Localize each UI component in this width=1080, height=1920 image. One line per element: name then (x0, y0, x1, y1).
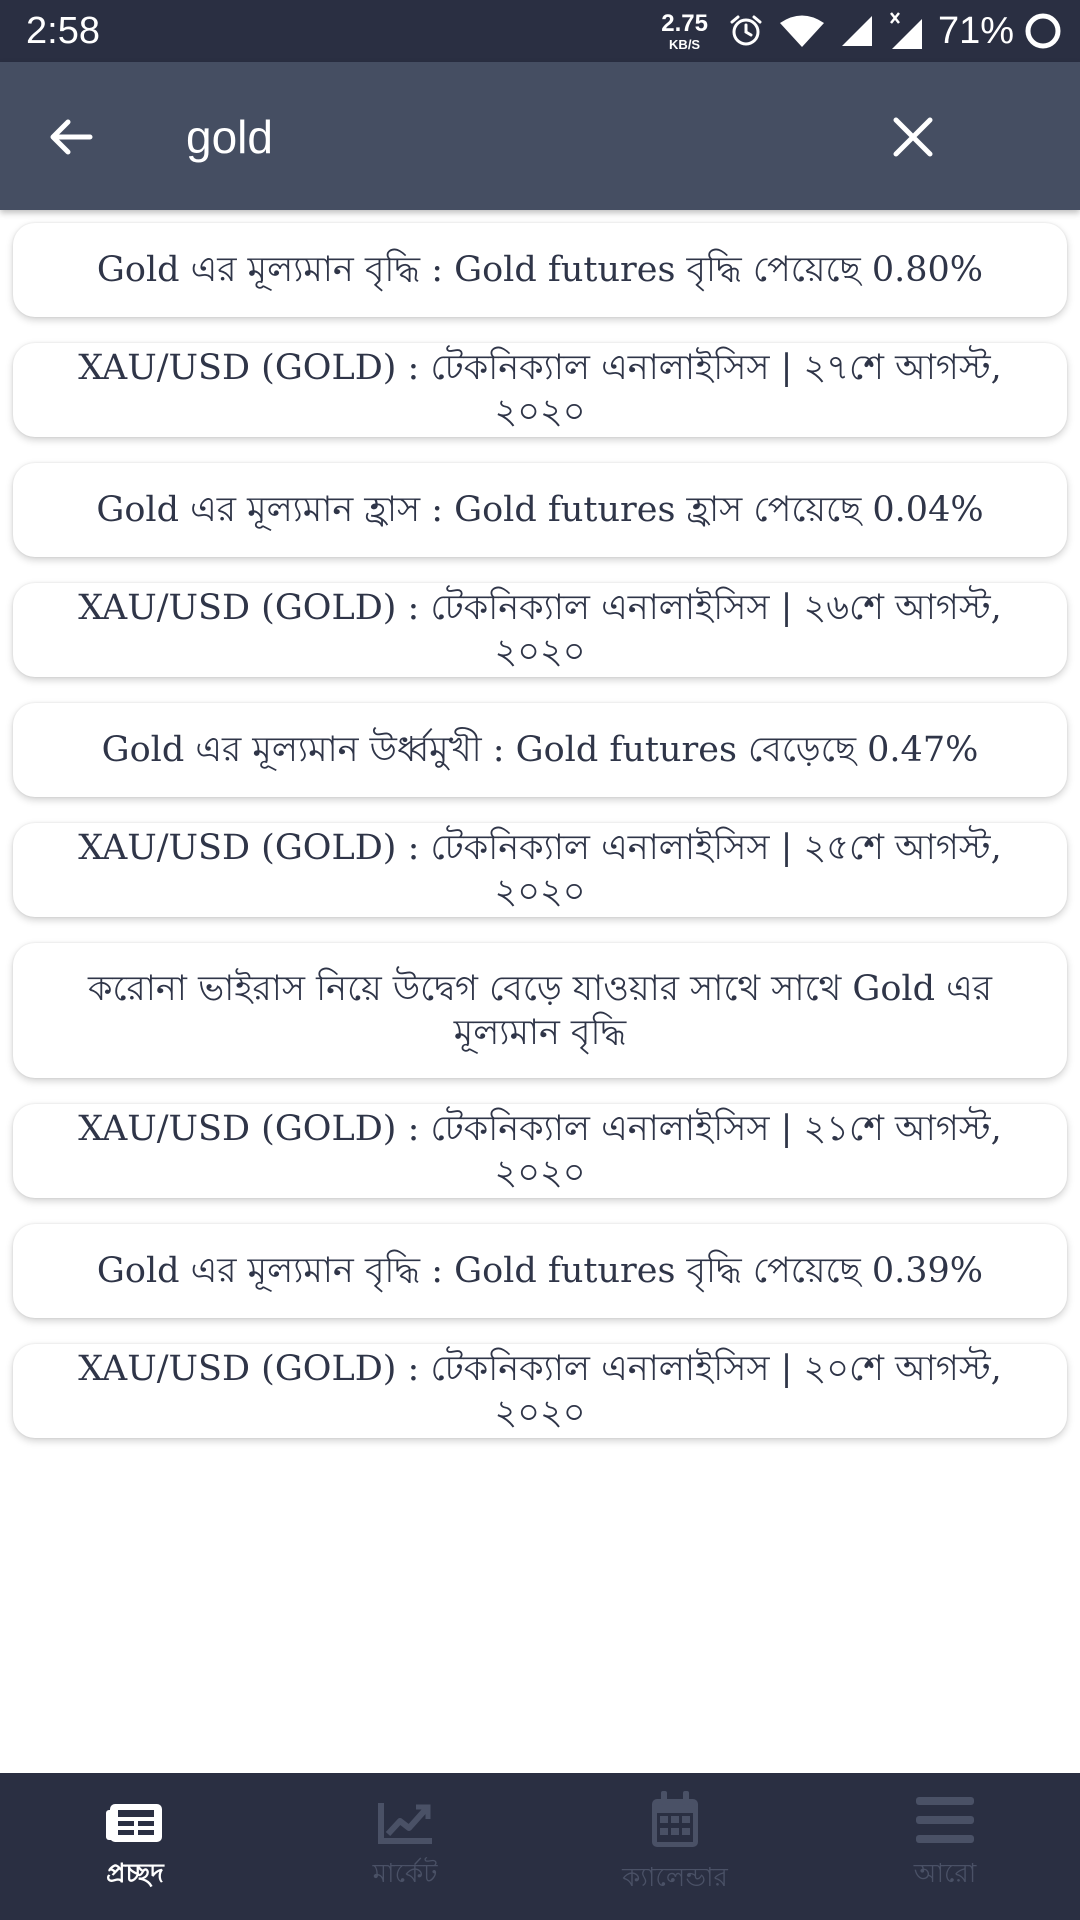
battery-icon (1024, 12, 1062, 50)
result-title: XAU/USD (GOLD) : টেকনিক্যাল এনালাইসিস | … (78, 588, 1002, 672)
arrow-left-icon (50, 119, 93, 155)
wifi-icon (778, 14, 826, 48)
nav-calendar-label: ক্যালেন্ডার (622, 1863, 728, 1893)
result-item[interactable]: Gold এর মূল্যমান উর্ধ্বমুখী : Gold futur… (13, 703, 1067, 797)
nav-calendar[interactable]: ক্যালেন্ডার (540, 1773, 810, 1920)
result-title: Gold এর মূল্যমান বৃদ্ধি : Gold futures ব… (96, 250, 984, 290)
search-input[interactable] (186, 102, 846, 172)
status-icons: 2.75 KB/S 71% (661, 6, 1062, 56)
result-item[interactable]: Gold এর মূল্যমান হ্রাস : Gold futures হ্… (13, 463, 1067, 557)
back-button[interactable] (46, 112, 96, 162)
result-title: XAU/USD (GOLD) : টেকনিক্যাল এনালাইসিস | … (78, 1109, 1002, 1193)
nav-home[interactable]: প্রচ্ছদ (0, 1773, 270, 1920)
search-header (0, 62, 1080, 210)
nav-more[interactable]: আরো (810, 1773, 1080, 1920)
result-item[interactable]: XAU/USD (GOLD) : টেকনিক্যাল এনালাইসিস | … (13, 583, 1067, 677)
result-item[interactable]: XAU/USD (GOLD) : টেকনিক্যাল এনালাইসিস | … (13, 343, 1067, 437)
result-title: XAU/USD (GOLD) : টেকনিক্যাল এনালাইসিস | … (78, 348, 1002, 432)
chart-line-icon (378, 1803, 432, 1844)
signal-icon (840, 14, 874, 48)
network-speed-value: 2.75 (661, 9, 708, 37)
result-item[interactable]: XAU/USD (GOLD) : টেকনিক্যাল এনালাইসিস | … (13, 823, 1067, 917)
result-title: Gold এর মূল্যমান বৃদ্ধি : Gold futures ব… (96, 1251, 984, 1291)
network-speed-unit: KB/S (669, 36, 701, 52)
nav-market-label: মার্কেট (372, 1859, 438, 1889)
result-title: করোনা ভাইরাস নিয়ে উদ্বেগ বেড়ে যাওয়ার … (87, 968, 993, 1053)
calendar-icon (652, 1791, 698, 1847)
newspaper-icon (106, 1804, 162, 1842)
result-item[interactable]: XAU/USD (GOLD) : টেকনিক্যাল এনালাইসিস | … (13, 1104, 1067, 1198)
result-item[interactable]: করোনা ভাইরাস নিয়ে উদ্বেগ বেড়ে যাওয়ার … (13, 943, 1067, 1078)
network-speed: 2.75 KB/S (661, 9, 708, 52)
battery-percentage: 71% (937, 9, 1014, 52)
result-item[interactable]: XAU/USD (GOLD) : টেকনিক্যাল এনালাইসিস | … (13, 1344, 1067, 1438)
nav-home-label: প্রচ্ছদ (106, 1859, 164, 1889)
menu-icon (916, 1797, 974, 1843)
status-bar: 2:58 2.75 KB/S 71% (0, 0, 1080, 62)
nav-market[interactable]: মার্কেট (270, 1773, 540, 1920)
result-title: XAU/USD (GOLD) : টেকনিক্যাল এনালাইসিস | … (78, 1349, 1002, 1433)
alarm-icon (728, 13, 764, 49)
result-title: Gold এর মূল্যমান হ্রাস : Gold futures হ্… (96, 490, 984, 530)
bottom-navigation: প্রচ্ছদ মার্কেট ক্যালেন্ডার আরো (0, 1773, 1080, 1920)
signal-no-data-icon (888, 11, 924, 51)
result-item[interactable]: Gold এর মূল্যমান বৃদ্ধি : Gold futures ব… (13, 223, 1067, 317)
result-title: XAU/USD (GOLD) : টেকনিক্যাল এনালাইসিস | … (78, 828, 1002, 912)
close-icon (893, 117, 933, 157)
clear-search-button[interactable] (890, 114, 936, 160)
nav-more-label: আরো (913, 1859, 977, 1889)
result-title: Gold এর মূল্যমান উর্ধ্বমুখী : Gold futur… (101, 730, 979, 770)
result-item[interactable]: Gold এর মূল্যমান বৃদ্ধি : Gold futures ব… (13, 1224, 1067, 1318)
status-time: 2:58 (26, 10, 100, 52)
